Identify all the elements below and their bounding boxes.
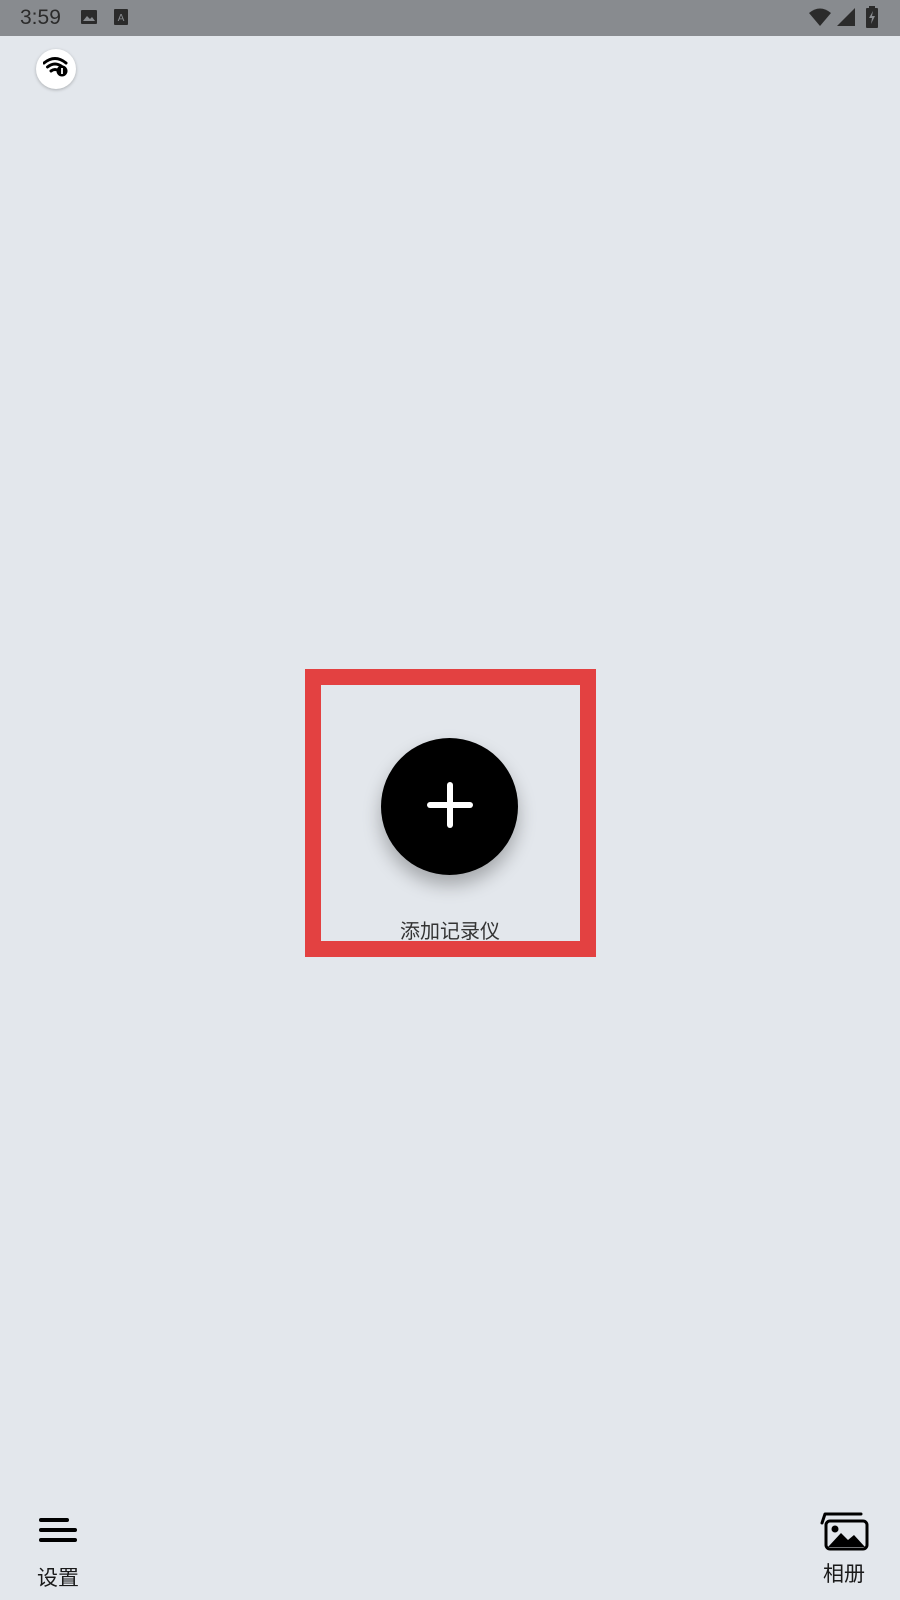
album-button[interactable]: 相册 — [814, 1506, 874, 1590]
cell-signal-icon — [836, 7, 856, 31]
settings-label: 设置 — [37, 1566, 79, 1590]
album-label: 相册 — [823, 1562, 865, 1586]
image-notification-icon — [80, 8, 98, 30]
status-time: 3:59 — [20, 6, 61, 29]
menu-icon — [39, 1516, 77, 1550]
add-recorder-label[interactable]: 添加记录仪 — [350, 917, 550, 945]
status-bar: 3:59 A — [0, 0, 900, 36]
app-screen: 3:59 A 添加记录仪 设置 相册 — [0, 0, 900, 1600]
wifi-info-icon — [42, 56, 69, 82]
battery-charging-icon — [866, 6, 878, 32]
wifi-status-button[interactable] — [36, 49, 76, 89]
settings-button[interactable]: 设置 — [30, 1510, 86, 1590]
a-notification-icon: A — [113, 8, 129, 30]
svg-text:A: A — [118, 13, 125, 24]
add-recorder-button[interactable] — [381, 738, 518, 875]
gallery-icon — [819, 1511, 869, 1555]
plus-icon — [425, 780, 475, 834]
wifi-icon — [808, 7, 832, 31]
